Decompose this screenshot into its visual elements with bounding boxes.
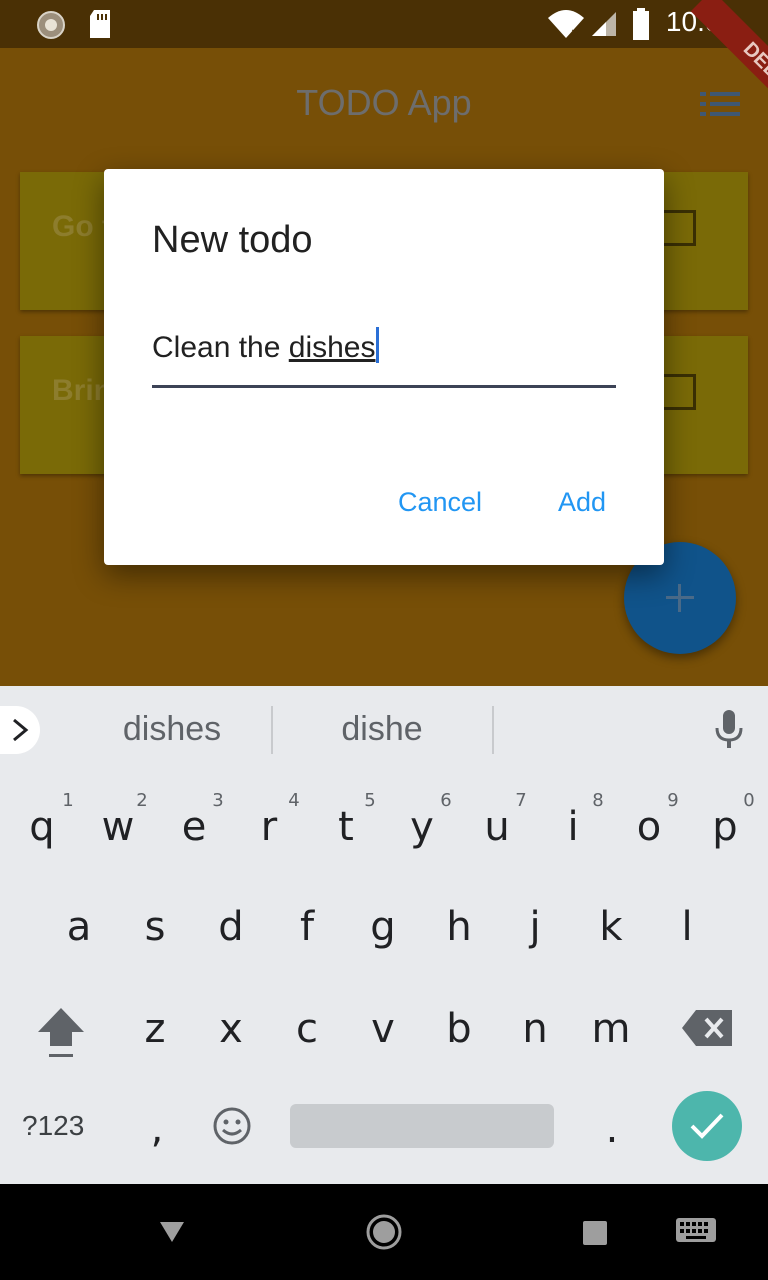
wifi-x-icon: ×	[548, 10, 584, 40]
input-text-prefix: Clean the	[152, 331, 289, 364]
suggestion-divider	[492, 706, 494, 754]
back-icon[interactable]	[158, 1220, 186, 1244]
key-hint: 9	[667, 790, 679, 811]
key-hint: 4	[288, 790, 300, 811]
home-icon[interactable]	[364, 1212, 404, 1252]
symbols-key[interactable]: ?123	[22, 1110, 84, 1142]
key-k[interactable]: k	[581, 904, 641, 950]
todo-label: Brin	[52, 374, 112, 407]
keyboard-icon[interactable]	[676, 1218, 716, 1246]
key-hint: 6	[440, 790, 452, 811]
keyboard: q w e r t y u i o p 1 2 3 4 5 6 7 8 9 0 …	[0, 774, 768, 1184]
key-g[interactable]: g	[353, 904, 413, 950]
sd-card-icon	[90, 10, 110, 38]
text-caret	[376, 327, 380, 363]
signal-icon	[592, 12, 616, 36]
enter-button[interactable]	[672, 1091, 742, 1161]
key-v[interactable]: v	[353, 1006, 413, 1052]
key-m[interactable]: m	[581, 1006, 641, 1052]
svg-text:×: ×	[570, 26, 582, 40]
key-x[interactable]: x	[201, 1006, 261, 1052]
key-hint: 8	[592, 790, 604, 811]
input-underline	[152, 385, 616, 388]
spacebar[interactable]	[290, 1104, 554, 1148]
todo-checkbox[interactable]	[660, 210, 696, 246]
key-hint: 0	[743, 790, 755, 811]
todo-input[interactable]: Clean the dishes	[152, 327, 380, 365]
plus-icon	[666, 584, 694, 612]
add-button[interactable]: Add	[558, 487, 606, 518]
key-comma[interactable]: ,	[127, 1106, 187, 1152]
suggestion-strip: dishes dishe	[0, 686, 768, 774]
debug-banner: DEBUG	[640, 0, 768, 128]
key-z[interactable]: z	[125, 1006, 185, 1052]
recents-icon[interactable]	[582, 1220, 608, 1246]
key-hint: 5	[364, 790, 376, 811]
debug-label: DEBUG	[690, 0, 768, 128]
microphone-icon[interactable]	[714, 710, 744, 750]
key-hint: 2	[136, 790, 148, 811]
backspace-icon[interactable]	[682, 1010, 734, 1046]
key-hint: 7	[515, 790, 527, 811]
suggestion-divider	[271, 706, 273, 754]
loading-icon	[37, 11, 65, 39]
key-n[interactable]: n	[505, 1006, 565, 1052]
key-period[interactable]: .	[582, 1106, 642, 1152]
key-hint: 3	[212, 790, 224, 811]
key-h[interactable]: h	[429, 904, 489, 950]
shift-icon[interactable]	[36, 1006, 86, 1060]
chevron-right-icon	[13, 718, 29, 742]
cancel-button[interactable]: Cancel	[398, 487, 482, 518]
dialog-title: New todo	[152, 219, 313, 261]
key-b[interactable]: b	[429, 1006, 489, 1052]
emoji-icon[interactable]	[212, 1106, 252, 1146]
input-text-word: dishes	[288, 331, 376, 364]
key-hint: 1	[62, 790, 74, 811]
new-todo-dialog: New todo Clean the dishes Cancel Add	[104, 169, 664, 565]
key-l[interactable]: l	[657, 904, 717, 950]
key-c[interactable]: c	[277, 1006, 337, 1052]
check-icon	[690, 1113, 724, 1139]
key-a[interactable]: a	[49, 904, 109, 950]
suggestion-item[interactable]: dishe	[282, 710, 482, 749]
todo-label: Go t	[52, 210, 112, 243]
navigation-bar	[0, 1184, 768, 1280]
key-d[interactable]: d	[201, 904, 261, 950]
todo-checkbox[interactable]	[660, 374, 696, 410]
key-f[interactable]: f	[277, 904, 337, 950]
key-s[interactable]: s	[125, 904, 185, 950]
key-j[interactable]: j	[505, 904, 565, 950]
suggestion-item[interactable]: dishes	[72, 710, 272, 749]
